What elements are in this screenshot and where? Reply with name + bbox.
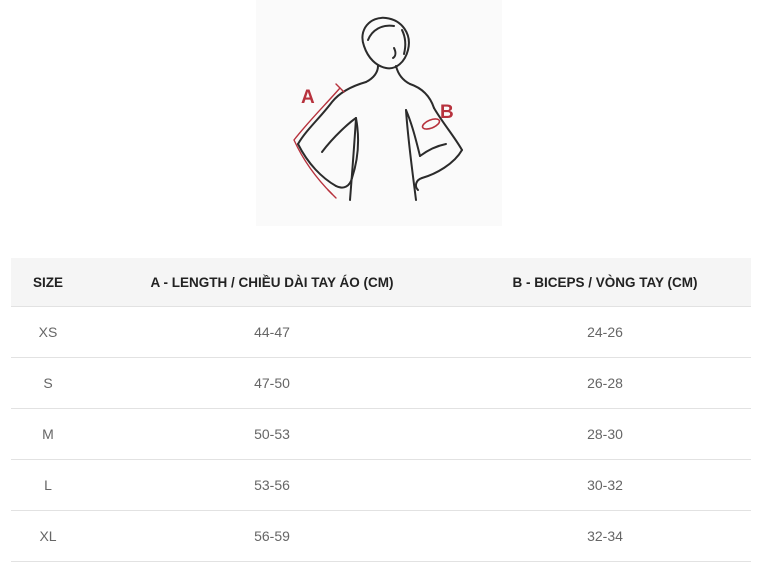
cell-size: XL: [11, 510, 85, 562]
cell-size: M: [11, 408, 85, 460]
cell-length: 56-59: [85, 510, 459, 562]
table-row: M 50-53 28-30: [11, 408, 751, 460]
cell-size: L: [11, 459, 85, 511]
cell-length: 44-47: [85, 306, 459, 358]
cell-biceps: 26-28: [459, 357, 751, 409]
cell-size: XS: [11, 306, 85, 358]
body-figure-drawing: A B: [293, 16, 463, 201]
header-biceps: B - BICEPS / VÒNG TAY (CM): [459, 258, 751, 307]
header-length: A - LENGTH / CHIỀU DÀI TAY ÁO (CM): [85, 258, 459, 307]
cell-size: S: [11, 357, 85, 409]
table-header-row: SIZE A - LENGTH / CHIỀU DÀI TAY ÁO (CM) …: [11, 258, 751, 307]
table-row: XL 56-59 32-34: [11, 510, 751, 562]
cell-length: 53-56: [85, 459, 459, 511]
table-row: L 53-56 30-32: [11, 459, 751, 511]
size-chart-table: SIZE A - LENGTH / CHIỀU DÀI TAY ÁO (CM) …: [11, 258, 751, 562]
table-row: S 47-50 26-28: [11, 357, 751, 409]
cell-biceps: 30-32: [459, 459, 751, 511]
header-size: SIZE: [11, 258, 85, 307]
table-row: XS 44-47 24-26: [11, 306, 751, 358]
measurement-illustration: A B: [256, 0, 502, 226]
cell-length: 50-53: [85, 408, 459, 460]
cell-biceps: 24-26: [459, 306, 751, 358]
label-b: B: [440, 102, 454, 123]
label-a: A: [301, 87, 315, 108]
cell-biceps: 28-30: [459, 408, 751, 460]
cell-length: 47-50: [85, 357, 459, 409]
cell-biceps: 32-34: [459, 510, 751, 562]
